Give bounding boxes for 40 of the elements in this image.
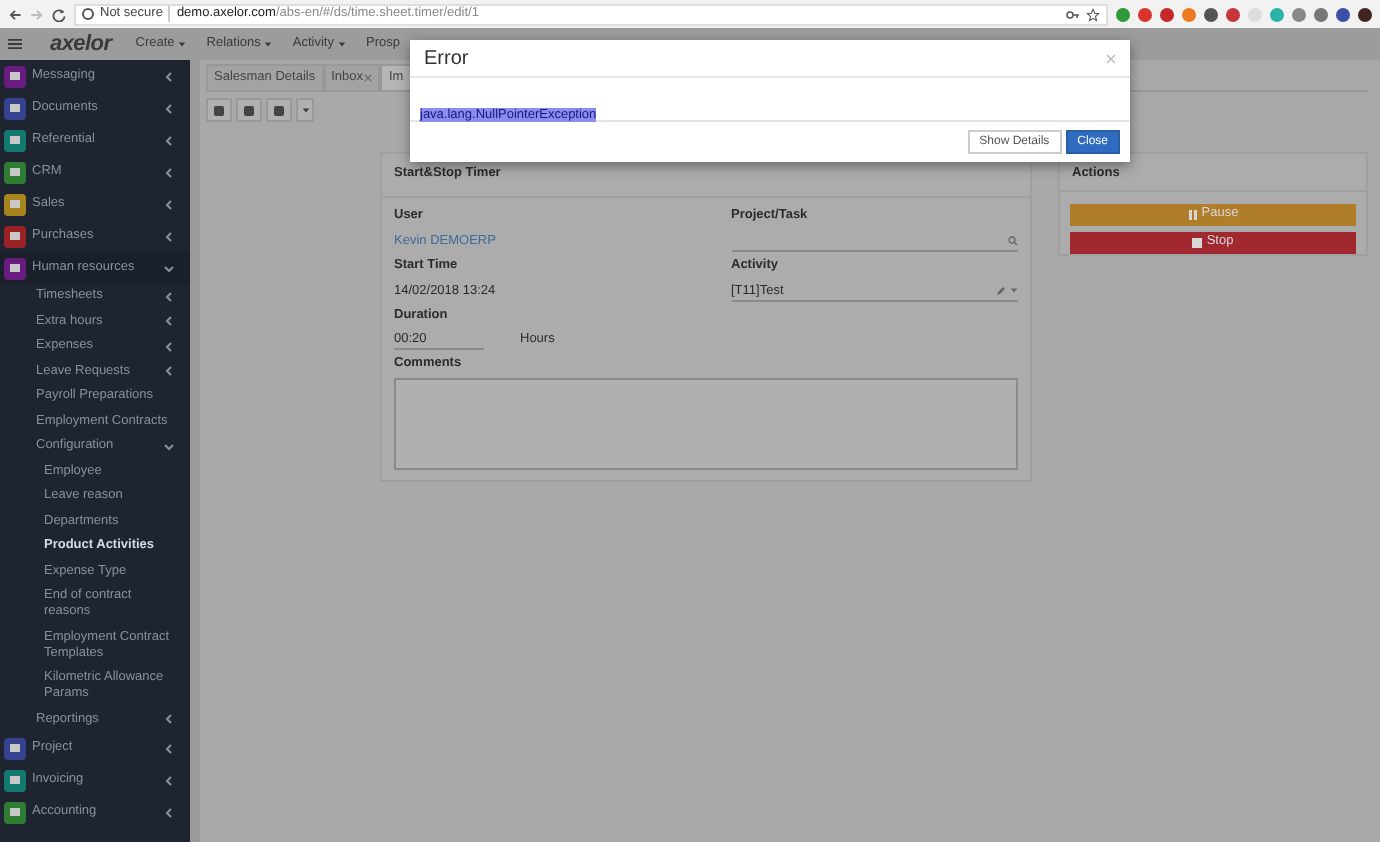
toolbar-button[interactable]: [236, 98, 262, 122]
toolbar-button[interactable]: [266, 98, 292, 122]
key-icon: [1066, 9, 1080, 19]
chevron-icon: [164, 291, 174, 302]
pause-icon: [1187, 209, 1198, 220]
stop-icon: [1192, 237, 1203, 248]
chevron-icon: [164, 366, 174, 377]
reload-icon[interactable]: [52, 7, 66, 21]
caret-icon: [1010, 286, 1018, 294]
chevron-icon: [164, 714, 174, 725]
chevron-icon: [164, 167, 174, 177]
dialog-title: Error: [424, 45, 469, 73]
caret-icon: [301, 106, 309, 114]
chevron-icon: [164, 316, 174, 327]
chevron-icon: [164, 775, 174, 785]
caret-icon: [337, 40, 346, 48]
menu-icon[interactable]: [8, 38, 22, 50]
back-icon[interactable]: [8, 7, 22, 21]
project-field[interactable]: [731, 231, 1018, 252]
chevron-icon: [164, 135, 174, 145]
caret-icon: [264, 40, 273, 48]
chevron-icon: [164, 199, 174, 209]
info-icon: [82, 8, 94, 20]
star-icon[interactable]: [1086, 7, 1100, 21]
chevron-icon: [164, 441, 174, 452]
close-icon[interactable]: [364, 74, 373, 82]
chevron-icon: [164, 743, 174, 753]
caret-icon: [178, 40, 187, 48]
search-icon: [1008, 235, 1018, 246]
logo: axelor: [50, 29, 112, 60]
comments-field[interactable]: [394, 378, 1018, 470]
chevron-icon: [164, 807, 174, 817]
toolbar-button[interactable]: [206, 98, 232, 122]
toolbar-button[interactable]: [296, 98, 314, 122]
chevron-icon: [164, 231, 174, 241]
chevron-icon: [164, 71, 174, 81]
chevron-icon: [164, 103, 174, 113]
chevron-icon: [164, 263, 174, 273]
pencil-icon: [996, 285, 1006, 295]
chevron-icon: [164, 341, 174, 352]
